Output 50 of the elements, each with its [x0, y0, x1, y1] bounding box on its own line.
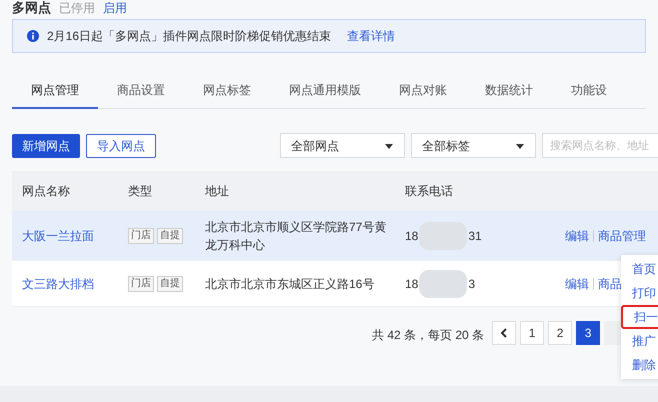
tab[interactable]: 网点标签 [184, 73, 270, 109]
type-tag: 门店 [128, 228, 154, 244]
menu-item[interactable]: 打印 [621, 281, 658, 305]
column-header: 网点名称 [21, 183, 71, 200]
phone-prefix: 18 [405, 276, 418, 292]
column-header: 联系电话 [404, 183, 454, 200]
type-tag: 自提 [157, 276, 183, 292]
status-text: 已停用 [59, 0, 95, 14]
action-link[interactable]: 商品管理 [598, 226, 646, 244]
import-button[interactable]: 导入网点 [86, 134, 156, 158]
menu-item[interactable]: 扫一 [621, 305, 658, 329]
tab[interactable]: 网点对账 [380, 73, 466, 109]
store-name-link[interactable]: 文三路大排档 [22, 276, 94, 290]
notice-text: 2月16日起「多网点」插件网点限时阶梯促销优惠结束 [47, 28, 332, 45]
phone-suffix: 3 [468, 276, 476, 292]
tab[interactable]: 网点管理 [12, 73, 98, 109]
column-header: 类型 [127, 183, 153, 200]
action-link[interactable]: 编辑 [565, 226, 589, 244]
tab[interactable]: 功能设 [552, 73, 626, 109]
redaction-blur [419, 270, 468, 298]
enable-link[interactable]: 启用 [103, 0, 127, 14]
pagination-summary: 共 42 条，每页 20 条 [372, 327, 484, 344]
page-button[interactable]: 2 [548, 321, 572, 345]
column-header: 地址 [204, 183, 230, 200]
tab[interactable]: 数据统计 [466, 73, 552, 109]
address-text: 北京市北京市顺义区学院路77号黄龙万科中心 [205, 218, 388, 254]
filter-dropdown[interactable]: 全部网点 [280, 133, 405, 158]
page-title: 多网点 [12, 0, 51, 14]
menu-item[interactable]: 推广 [621, 329, 658, 353]
chevron-left-icon [499, 328, 510, 338]
type-tag: 自提 [157, 228, 183, 244]
info-icon [27, 30, 39, 42]
phone-suffix: 31 [468, 228, 482, 244]
tab[interactable]: 网点通用模版 [270, 73, 380, 109]
menu-item[interactable]: 删除 [621, 353, 658, 377]
phone-prefix: 18 [405, 228, 418, 244]
details-link[interactable]: 查看详情 [347, 27, 396, 45]
action-link[interactable]: 编辑 [565, 274, 589, 292]
page-button[interactable]: 1 [520, 321, 544, 345]
address-text: 北京市北京市东城区正义路16号 [205, 276, 376, 292]
store-name-link[interactable]: 大阪一兰拉面 [22, 228, 94, 242]
page-button[interactable]: 3 [576, 321, 600, 345]
filter-dropdown[interactable]: 全部标签 [411, 133, 536, 158]
add-button[interactable]: 新增网点 [12, 134, 80, 158]
tab[interactable]: 商品设置 [98, 73, 184, 109]
type-tag: 门店 [128, 276, 154, 292]
action-link[interactable]: 商品 [598, 274, 622, 292]
prev-page-button[interactable] [492, 321, 516, 345]
search-field[interactable]: 搜索网点名称、地址 [542, 133, 658, 158]
table-row[interactable]: 大阪一兰拉面 门店 自提 北京市北京市顺义区学院路77号黄龙万科中心 18 31 编辑 商品管理 [12, 211, 658, 261]
